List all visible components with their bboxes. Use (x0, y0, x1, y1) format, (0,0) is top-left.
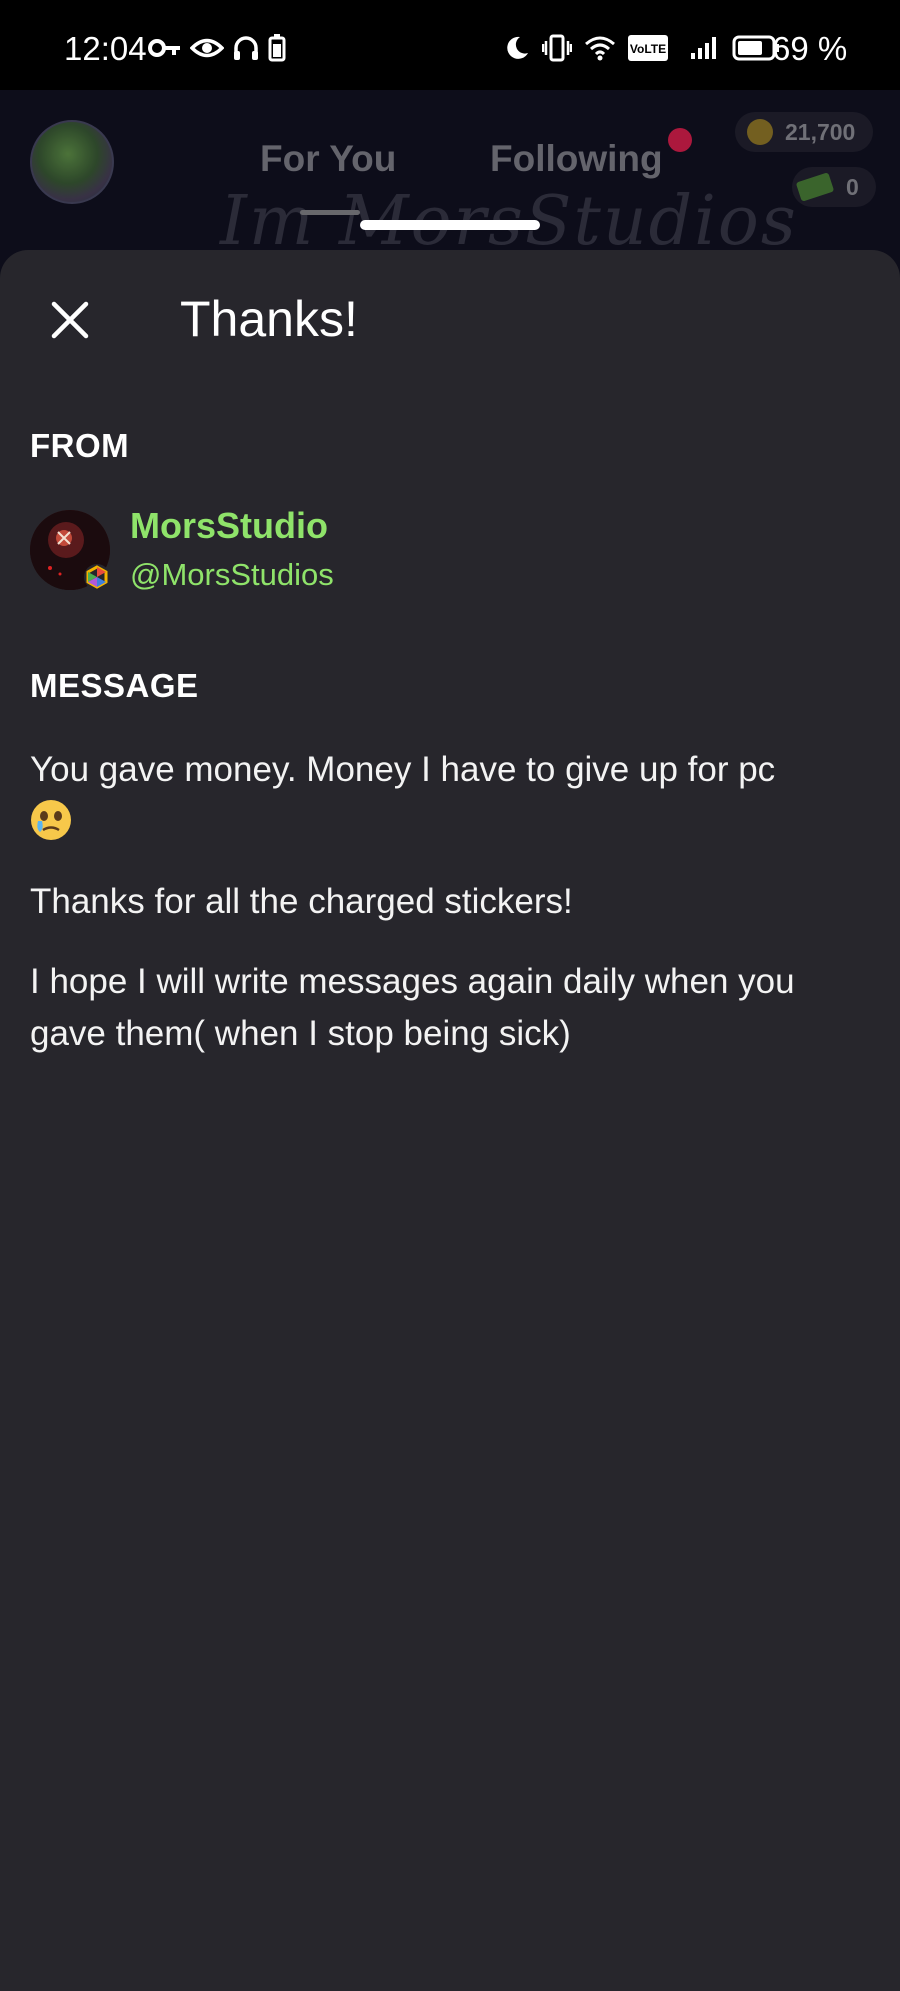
message-paragraph: You gave money. Money I have to give up … (30, 744, 875, 848)
coins-balance[interactable]: 21,700 (735, 112, 873, 152)
volte-label: VoLTE (630, 42, 666, 56)
message-text: I hope I will write messages again daily… (30, 962, 795, 1053)
battery-saver-icon (268, 34, 286, 62)
cash-icon (795, 172, 835, 202)
message-body: You gave money. Money I have to give up … (30, 744, 875, 1088)
notification-dot (668, 128, 692, 152)
status-right-icons: VoLTE (502, 34, 780, 62)
moon-icon (507, 36, 528, 59)
cash-value: 0 (846, 173, 859, 200)
sender-name[interactable]: MorsStudio (130, 505, 328, 547)
volte-icon: VoLTE (628, 35, 668, 61)
status-bar: 12:04 VoLTE 69 % (0, 0, 900, 90)
key-icon (148, 39, 180, 57)
headphones-icon (234, 36, 258, 60)
sheet-drag-handle[interactable] (360, 220, 540, 230)
tab-following[interactable]: Following (490, 138, 663, 180)
status-left-icons (148, 34, 286, 62)
tab-for-you[interactable]: For You (260, 138, 396, 180)
verified-badge-icon (84, 564, 110, 590)
message-label: MESSAGE (30, 667, 199, 704)
tab-indicator (300, 210, 360, 215)
signal-icon (691, 37, 716, 59)
cash-balance[interactable]: 0 (792, 167, 876, 207)
from-label: FROM (30, 427, 130, 464)
close-icon[interactable] (48, 298, 92, 342)
profile-avatar[interactable] (30, 120, 114, 204)
coins-value: 21,700 (785, 118, 856, 145)
sender-avatar[interactable] (30, 510, 110, 590)
message-text: Thanks for all the charged stickers! (30, 882, 573, 921)
coin-icon (747, 119, 773, 145)
sheet-title: Thanks! (180, 291, 358, 347)
wifi-icon (585, 36, 615, 61)
message-text: You gave money. Money I have to give up … (30, 750, 776, 789)
face-holding-back-tears-emoji-icon (31, 800, 71, 840)
vibrate-icon (542, 34, 572, 62)
sender-handle[interactable]: @MorsStudios (130, 557, 334, 593)
eye-icon (190, 38, 224, 58)
status-time: 12:04 (64, 30, 147, 67)
battery-percent: 69 % (772, 30, 848, 67)
